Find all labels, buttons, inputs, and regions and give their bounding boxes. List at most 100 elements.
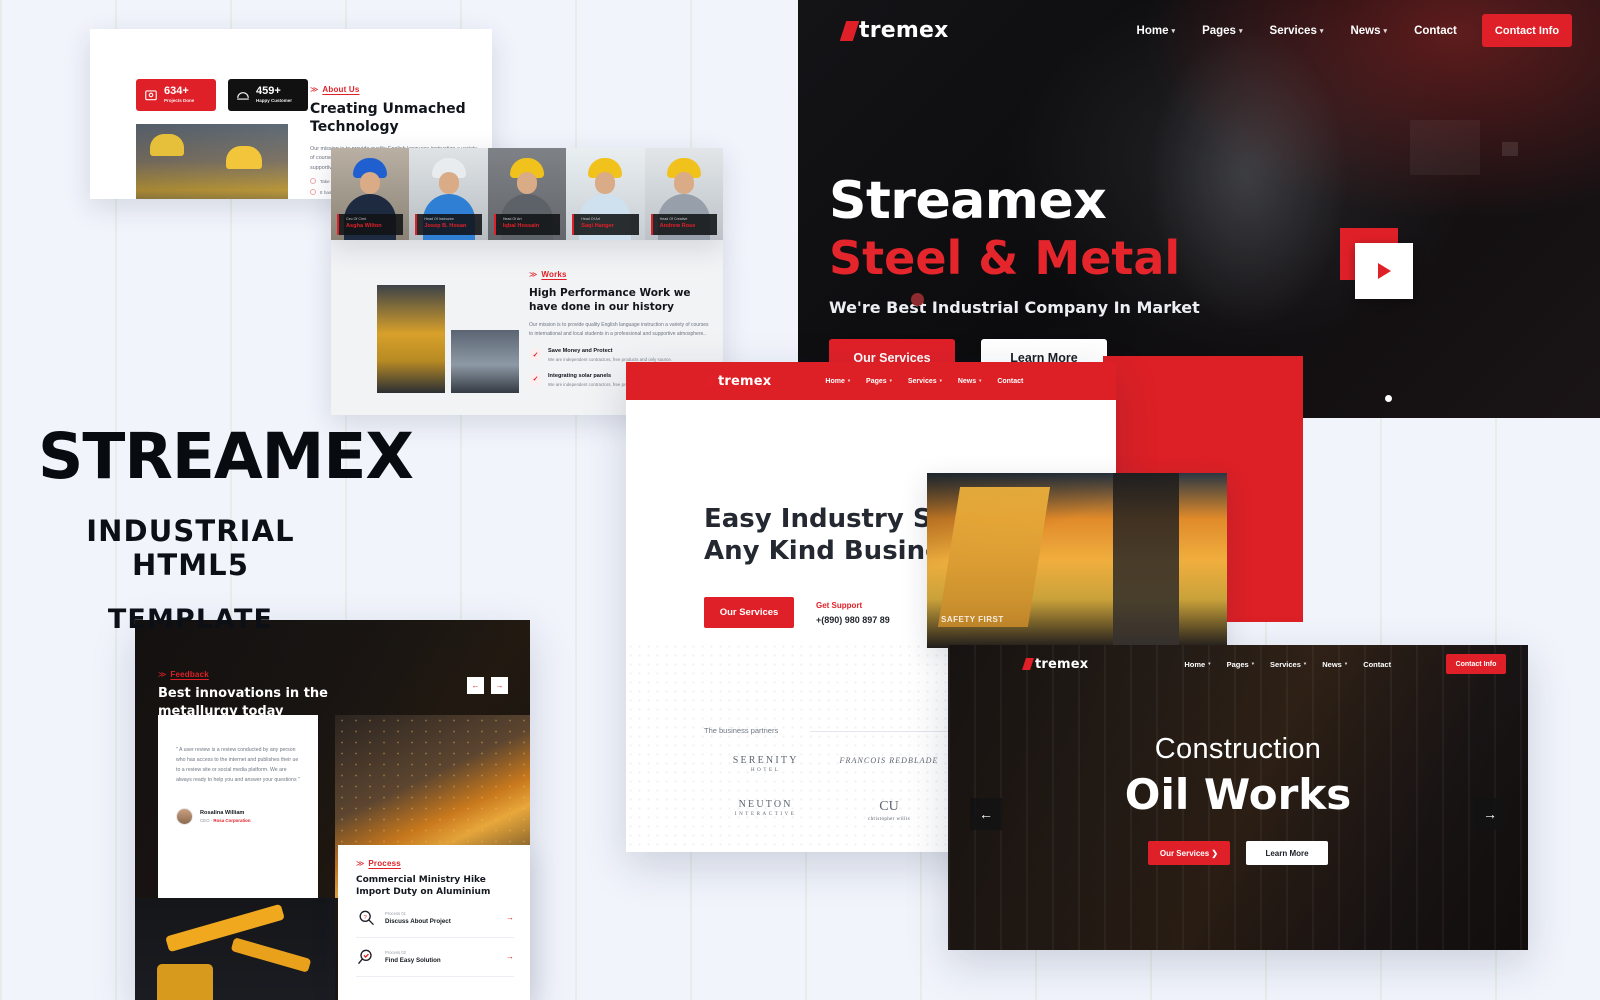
chevron-down-icon: ▾ xyxy=(847,378,851,383)
nav-item-pages[interactable]: Pages ▾ xyxy=(866,378,892,385)
carousel-prev-arrow-icon[interactable]: ← xyxy=(970,798,1002,830)
process-step-text: Process 01 Discuss About Project xyxy=(385,911,497,925)
decor-square xyxy=(1410,120,1480,175)
nav-item-services[interactable]: Services ▾ xyxy=(908,378,942,385)
member-label: Head Of Art Saqi Hanger xyxy=(572,213,639,235)
partner-sub: HOTEL xyxy=(750,768,781,773)
oil-learn-more-button[interactable]: Learn More xyxy=(1246,841,1328,865)
nav-label: Home xyxy=(1184,659,1206,669)
nav-item-contact[interactable]: Contact xyxy=(1414,25,1457,37)
nav-item-services[interactable]: Services ▾ xyxy=(1270,660,1306,669)
feedback-eyebrow: ≫ Feedback xyxy=(158,670,348,679)
main-nav: Home ▾ Pages ▾ Services ▾ News ▾ Contact xyxy=(825,378,1023,385)
brand-subtitle-1: INDUSTRIAL HTML5 xyxy=(86,514,295,582)
partner-sub: christopher willis xyxy=(867,817,911,822)
avatar xyxy=(176,807,193,825)
team-member-card[interactable]: Head Of Creative Andrew Rose xyxy=(644,148,723,240)
robot-arm-lower xyxy=(230,937,312,973)
nav-label: Contact xyxy=(997,377,1024,385)
contact-info-button[interactable]: Contact Info xyxy=(1446,654,1506,674)
author-role: CEO - Rosa Corporation xyxy=(200,818,251,823)
partner-name: FRANCOIS REDBLADE xyxy=(839,756,939,765)
nav-label: Pages xyxy=(1202,24,1236,37)
author-name: Rosalina William xyxy=(200,809,245,816)
process-eyebrow: ≫ Process xyxy=(356,859,514,868)
check-circle-icon xyxy=(310,189,316,196)
hero-pagination[interactable] xyxy=(1385,395,1392,402)
feature-title: Save Money and Protect xyxy=(548,348,613,355)
nav-item-news[interactable]: News ▾ xyxy=(1322,660,1347,669)
team-member-card[interactable]: Head Of Instructor Josep B. Hosan xyxy=(409,148,488,240)
process-heading: Commercial Ministry Hike Import Duty on … xyxy=(356,875,491,898)
member-label: Head Of Creative Andrew Rose xyxy=(650,213,718,235)
process-step-key: Process 02 xyxy=(385,949,406,955)
member-role: Head Of Instructor xyxy=(424,216,454,221)
nav-label: Pages xyxy=(1226,659,1249,669)
stats-row: 634+ Projects Done 459+ Happy Customer xyxy=(136,79,308,111)
partner-name: SERENITY xyxy=(732,755,799,766)
process-step-row[interactable]: ? Process 01 Discuss About Project → xyxy=(356,899,514,938)
nav-item-pages[interactable]: Pages ▾ xyxy=(1202,25,1242,37)
team-member-card[interactable]: Head Of Art Saqi Hanger xyxy=(566,148,645,240)
partner-logo[interactable]: FRANCOIS REDBLADE xyxy=(827,755,950,773)
partner-logo[interactable]: SERENITY HOTEL xyxy=(704,755,827,773)
member-role: Ceo Of Cimt xyxy=(346,216,366,221)
chevron-down-icon: ▾ xyxy=(1344,661,1348,666)
partner-logo[interactable]: NEUTON INTERACTIVE xyxy=(704,799,827,822)
nav-label: News xyxy=(1322,659,1342,669)
magnifier-question-icon: ? xyxy=(359,910,374,925)
oil-copy: Construction Oil Works Our Services ❯ Le… xyxy=(948,733,1528,865)
nav-item-contact[interactable]: Contact xyxy=(1363,660,1391,669)
process-step-row[interactable]: Process 02 Find Easy Solution → xyxy=(356,938,514,977)
site-logo[interactable]: tremex xyxy=(705,374,771,389)
testimonial-author: Rosalina William CEO - Rosa Corporation xyxy=(176,807,300,825)
arrow-right-icon[interactable]: → xyxy=(506,913,514,922)
team-member-card[interactable]: Ceo Of Cimt Asgha Wilton xyxy=(331,148,410,240)
partner-logo[interactable]: CU christopher willis xyxy=(827,799,950,822)
nav-label: News xyxy=(1350,24,1381,37)
member-name: Asgha Wilton xyxy=(346,223,382,230)
about-eyebrow-label: About Us xyxy=(322,85,360,94)
nav-item-pages[interactable]: Pages ▾ xyxy=(1227,660,1254,669)
nav-item-home[interactable]: Home ▾ xyxy=(825,378,850,385)
support-label: Get Support xyxy=(816,600,863,610)
nav-item-home[interactable]: Home ▾ xyxy=(1137,25,1176,37)
nav-label: Home xyxy=(1136,24,1169,37)
carousel-prev-arrow-icon[interactable]: ← xyxy=(467,677,484,694)
brand-subtitle-2: TEMPLATE xyxy=(107,604,274,635)
works-eyebrow: ≫ Works xyxy=(529,270,709,279)
svg-text:?: ? xyxy=(364,915,368,921)
support-phone[interactable]: +(890) 980 897 89 xyxy=(816,615,890,625)
nav-item-news[interactable]: News ▾ xyxy=(1350,25,1387,37)
site-logo[interactable]: tremex xyxy=(1022,657,1088,672)
hero-copy: Streamex Steel & Metal We're Best Indust… xyxy=(829,175,1200,377)
feedback-header: ≫ Feedback Best innovations in the metal… xyxy=(158,670,348,720)
chevron-down-icon: ▾ xyxy=(889,378,892,383)
easy-our-services-button[interactable]: Our Services xyxy=(704,597,794,629)
pagination-dot[interactable] xyxy=(1385,395,1392,402)
member-label: Ceo Of Cimt Asgha Wilton xyxy=(337,213,404,235)
check-circle-icon xyxy=(310,178,316,185)
site-logo[interactable]: tremex xyxy=(839,18,949,43)
stat-label: Happy Customer xyxy=(256,98,293,104)
play-button[interactable] xyxy=(1355,243,1413,299)
logo-mark-icon xyxy=(839,20,860,41)
robot-arm-photo xyxy=(135,898,335,1000)
stat-happy-customer: 459+ Happy Customer xyxy=(228,79,308,111)
testimonial-quote: " A user review is a review conducted by… xyxy=(176,747,300,784)
nav-item-services[interactable]: Services ▾ xyxy=(1270,25,1324,37)
carousel-next-arrow-icon[interactable]: → xyxy=(1474,798,1506,830)
nav-item-home[interactable]: Home ▾ xyxy=(1184,660,1210,669)
process-step-title: Discuss About Project xyxy=(385,917,451,925)
check-icon: ✓ xyxy=(529,348,542,362)
team-member-card[interactable]: Head Of Art Iqbal Hossain xyxy=(487,148,567,240)
works-eyebrow-label: Works xyxy=(541,270,567,279)
logo-text: tremex xyxy=(859,18,949,43)
arrow-right-icon[interactable]: → xyxy=(506,952,514,961)
nav-item-news[interactable]: News ▾ xyxy=(958,378,981,385)
contact-info-button[interactable]: Contact Info xyxy=(1482,14,1572,47)
oil-our-services-button[interactable]: Our Services ❯ xyxy=(1148,841,1230,865)
decor-square xyxy=(1502,142,1518,156)
nav-item-contact[interactable]: Contact xyxy=(997,378,1023,385)
carousel-next-arrow-icon[interactable]: → xyxy=(491,677,508,694)
